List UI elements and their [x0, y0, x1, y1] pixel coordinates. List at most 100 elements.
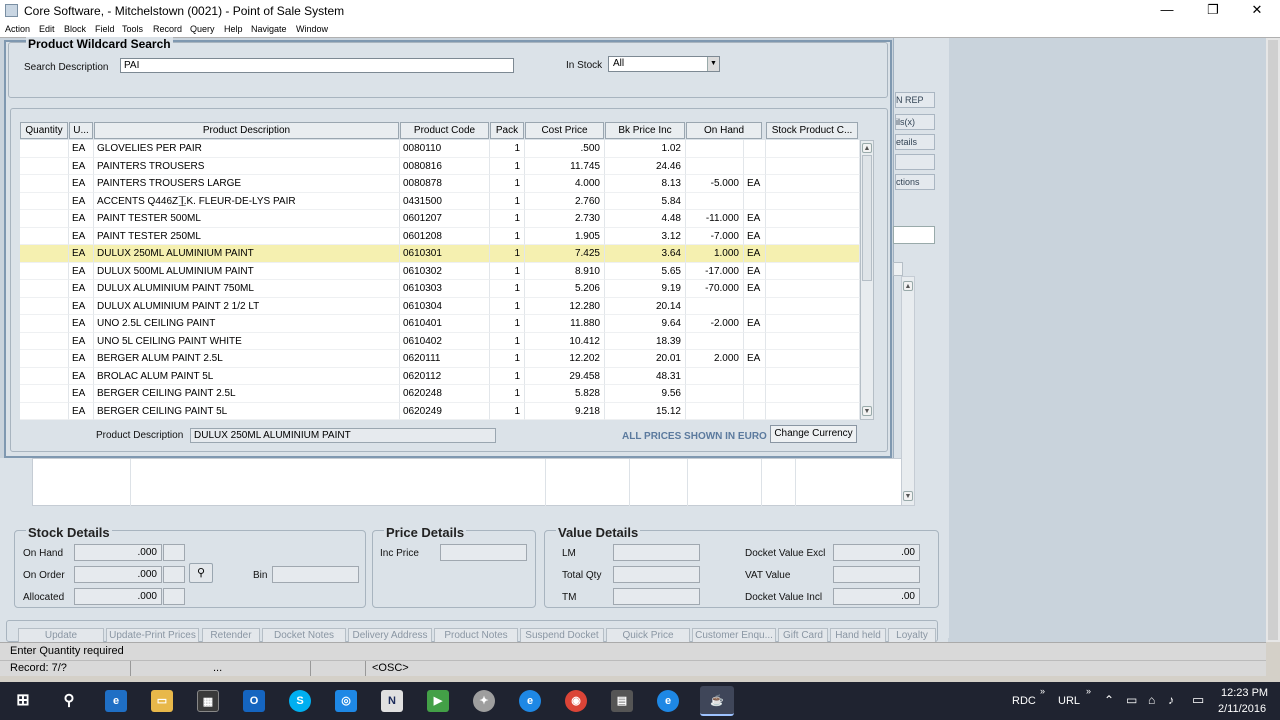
docket-grid-scrollbar[interactable]: ▲ ▼: [901, 276, 915, 506]
file-explorer-icon[interactable]: ▭: [151, 690, 173, 712]
cell-quantity[interactable]: [20, 262, 69, 280]
menu-query[interactable]: Query: [190, 24, 215, 34]
restore-button[interactable]: ❐: [1190, 0, 1236, 22]
docket-lines-grid[interactable]: [32, 458, 904, 507]
table-row[interactable]: EA DULUX ALUMINIUM PAINT 2 1/2 LT 0610304 1…: [20, 297, 860, 315]
details-button[interactable]: etails: [895, 134, 935, 150]
table-row[interactable]: EA BERGER CEILING PAINT 5L 0620249 1 9.218 15…: [20, 402, 860, 420]
col-cost-price[interactable]: Cost Price: [525, 122, 604, 139]
rep-button[interactable]: N REP: [895, 92, 935, 108]
change-currency-button[interactable]: Change Currency: [770, 425, 857, 443]
internet-explorer-2-icon[interactable]: e: [657, 690, 679, 712]
clock-time[interactable]: 12:23 PM: [1221, 687, 1268, 699]
table-row[interactable]: EA DULUX ALUMINIUM PAINT 750ML 0610303 1 5.2…: [20, 280, 860, 298]
col-product-code[interactable]: Product Code: [400, 122, 489, 139]
table-row[interactable]: EA UNO 5L CEILING PAINT WHITE 0610402 1 10.4…: [20, 332, 860, 350]
cell-quantity[interactable]: [20, 227, 69, 245]
clock-date[interactable]: 2/11/2016: [1218, 703, 1266, 715]
menu-action[interactable]: Action: [5, 24, 30, 34]
menu-edit[interactable]: Edit: [39, 24, 55, 34]
show-hidden-icons-icon[interactable]: ⌃: [1104, 693, 1114, 707]
cell-quantity[interactable]: [20, 297, 69, 315]
menu-block[interactable]: Block: [64, 24, 86, 34]
app-green-icon[interactable]: ▶: [427, 690, 449, 712]
cell-quantity[interactable]: [20, 157, 69, 175]
stock-lookup-icon[interactable]: ⚲: [189, 563, 213, 583]
results-scrollbar[interactable]: ▲ ▼: [860, 140, 874, 420]
table-row[interactable]: EA BERGER ALUM PAINT 2.5L 0620111 1 12.202 20…: [20, 350, 860, 368]
cell-quantity[interactable]: [20, 280, 69, 298]
tray-url[interactable]: URL: [1058, 695, 1080, 707]
cell-quantity[interactable]: [20, 315, 69, 333]
right-field[interactable]: [893, 226, 935, 244]
col-product-description[interactable]: Product Description: [94, 122, 399, 139]
scroll-down-icon[interactable]: ▼: [903, 491, 913, 501]
tray-expand-2-icon[interactable]: »: [1086, 686, 1091, 696]
table-row[interactable]: EA BERGER CEILING PAINT 2.5L 0620248 1 5.828…: [20, 385, 860, 403]
java-app-taskbar-icon[interactable]: ☕: [700, 686, 734, 716]
window-scrollbar[interactable]: [1266, 38, 1280, 642]
menu-field[interactable]: Field: [95, 24, 115, 34]
table-row[interactable]: EA BROLAC ALUM PAINT 5L 0620112 1 29.458 48.3…: [20, 367, 860, 385]
table-row[interactable]: EA UNO 2.5L CEILING PAINT 0610401 1 11.880 9.…: [20, 315, 860, 333]
internet-explorer-icon[interactable]: e: [519, 690, 541, 712]
menu-tools[interactable]: Tools: [122, 24, 143, 34]
scroll-thumb[interactable]: [862, 155, 872, 281]
volume-icon[interactable]: ♪: [1168, 693, 1174, 707]
cell-quantity[interactable]: [20, 367, 69, 385]
chevron-down-icon[interactable]: ▼: [707, 57, 719, 71]
scroll-down-icon[interactable]: ▼: [862, 406, 872, 416]
tray-rdc[interactable]: RDC: [1012, 695, 1036, 707]
edge-icon[interactable]: e: [105, 690, 127, 712]
app-gray-icon[interactable]: ✦: [473, 690, 495, 712]
panel-button[interactable]: [895, 154, 935, 170]
cell-quantity[interactable]: [20, 210, 69, 228]
store-icon[interactable]: ▦: [197, 690, 219, 712]
table-row[interactable]: EA ACCENTS Q446Z I.K. FLEUR-DE-LYS PAIR 04…: [20, 192, 860, 210]
cell-quantity[interactable]: [20, 350, 69, 368]
table-row[interactable]: EA DULUX 500ML ALUMINIUM PAINT 0610302 1 8.9…: [20, 262, 860, 280]
col-quantity[interactable]: Quantity: [20, 122, 68, 139]
menu-record[interactable]: Record: [153, 24, 182, 34]
actions-button[interactable]: ctions: [895, 174, 935, 190]
chrome-icon[interactable]: ◉: [565, 690, 587, 712]
notification-icon[interactable]: ▭: [1192, 692, 1204, 708]
app-blue-icon[interactable]: ◎: [335, 690, 357, 712]
skype-icon[interactable]: S: [289, 690, 311, 712]
cell-quantity[interactable]: [20, 332, 69, 350]
table-row[interactable]: EA PAINTERS TROUSERS 0080816 1 11.745 24.46: [20, 157, 860, 175]
table-row[interactable]: EA DULUX 250ML ALUMINIUM PAINT 0610301 1 7.4…: [20, 245, 860, 263]
battery-icon[interactable]: ▭: [1126, 693, 1137, 707]
cell-quantity[interactable]: [20, 385, 69, 403]
col-bk-price-inc[interactable]: Bk Price Inc: [605, 122, 685, 139]
minimize-button[interactable]: —: [1144, 0, 1190, 22]
table-row[interactable]: EA PAINTERS TROUSERS LARGE 0080878 1 4.000 8.…: [20, 175, 860, 193]
right-checkbox[interactable]: [893, 262, 903, 276]
col-on-hand[interactable]: On Hand: [686, 122, 762, 139]
cell-quantity[interactable]: [20, 245, 69, 263]
cell-quantity[interactable]: [20, 192, 69, 210]
col-unit[interactable]: U...: [69, 122, 93, 139]
media-icon[interactable]: ▤: [611, 690, 633, 712]
outlook-icon[interactable]: O: [243, 690, 265, 712]
app-n-icon[interactable]: N: [381, 690, 403, 712]
close-button[interactable]: ✕: [1234, 0, 1280, 22]
cell-quantity[interactable]: [20, 140, 69, 158]
search-description-input[interactable]: PAI: [120, 58, 514, 73]
scroll-up-icon[interactable]: ▲: [862, 143, 872, 153]
col-stock-product[interactable]: Stock Product C...: [766, 122, 858, 139]
cell-quantity[interactable]: [20, 402, 69, 420]
col-pack[interactable]: Pack: [490, 122, 524, 139]
table-row[interactable]: EA GLOVELIES PER PAIR 0080110 1.500 1.02: [20, 140, 860, 158]
network-icon[interactable]: ⌂: [1148, 693, 1155, 707]
tray-expand-icon[interactable]: »: [1040, 686, 1045, 696]
windows-start-icon[interactable]: ⊞: [12, 690, 34, 712]
search-icon[interactable]: ⚲: [58, 690, 80, 712]
scroll-up-icon[interactable]: ▲: [903, 281, 913, 291]
table-row[interactable]: EA PAINT TESTER 500ML 0601207 1 2.730 4.48 -11…: [20, 210, 860, 228]
menu-navigate[interactable]: Navigate: [251, 24, 287, 34]
details-x-button[interactable]: ils(x): [895, 114, 935, 130]
table-row[interactable]: EA PAINT TESTER 250ML 0601208 1 1.905 3.12 -7.…: [20, 227, 860, 245]
menu-window[interactable]: Window: [296, 24, 328, 34]
cell-quantity[interactable]: [20, 175, 69, 193]
